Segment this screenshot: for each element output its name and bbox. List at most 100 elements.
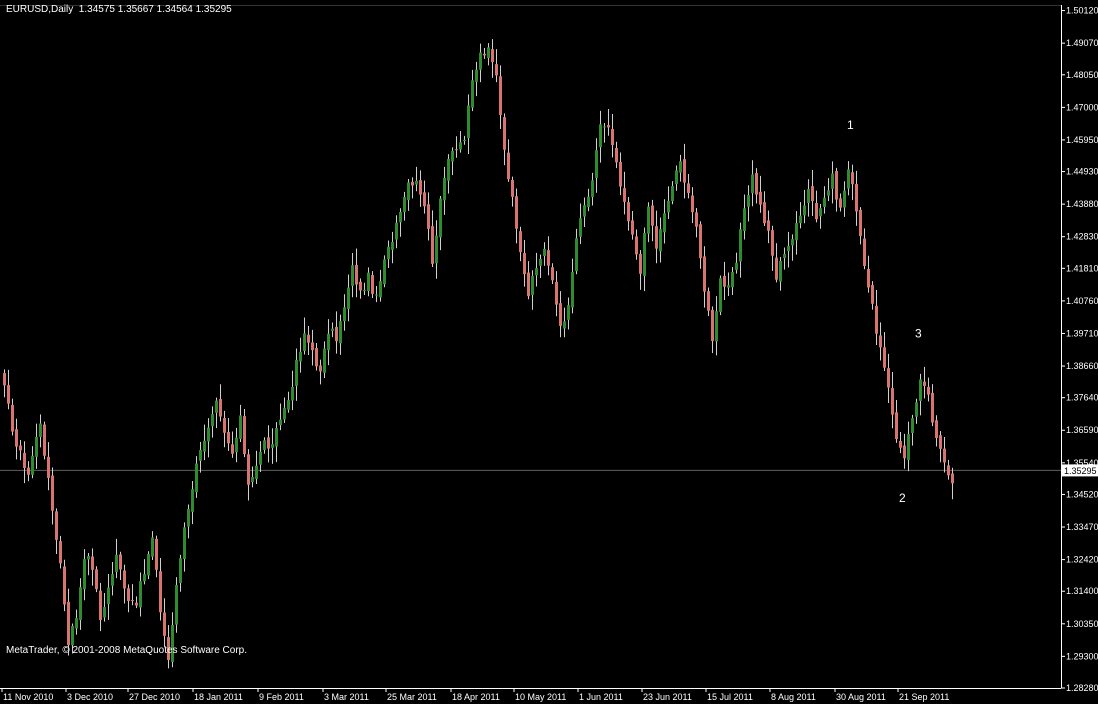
price-tick-label: 1.32420 <box>1066 555 1098 565</box>
candle-body <box>747 195 750 207</box>
candle-body <box>371 275 374 294</box>
candle <box>227 418 230 451</box>
candle-body <box>303 333 306 351</box>
candle <box>519 226 522 262</box>
candle-body <box>515 196 518 229</box>
current-price-label: 1.35295 <box>1064 466 1097 476</box>
candle-body <box>479 52 482 70</box>
candle <box>887 353 890 403</box>
candle-body <box>223 418 226 433</box>
candle <box>647 202 650 243</box>
candle <box>279 403 282 431</box>
candle-body <box>715 311 718 342</box>
candle <box>831 161 834 204</box>
candle <box>727 272 730 296</box>
candle <box>131 584 134 606</box>
candle-body <box>435 235 438 264</box>
candle-body <box>771 230 774 256</box>
candle-body <box>511 179 514 197</box>
time-tick-label: 15 Jul 2011 <box>707 692 753 702</box>
candle-body <box>927 386 930 395</box>
candle-body <box>75 618 78 629</box>
candle-body <box>27 467 30 475</box>
candle <box>611 113 614 158</box>
candle <box>907 421 910 472</box>
time-tick-label: 25 Mar 2011 <box>387 692 437 702</box>
candle <box>95 566 98 593</box>
candle-body <box>255 465 258 479</box>
candle <box>319 359 322 385</box>
candle-body <box>415 180 418 185</box>
candle <box>439 196 442 251</box>
candle-body <box>691 195 694 213</box>
candle <box>415 166 418 192</box>
candle-body <box>819 208 822 217</box>
candle-body <box>367 272 370 292</box>
price-tick-label: 1.45950 <box>1066 135 1098 145</box>
price-tick-label: 1.38660 <box>1066 361 1098 371</box>
price-tick-label: 1.39710 <box>1066 328 1098 338</box>
candle-body <box>899 440 902 448</box>
candle <box>3 369 6 398</box>
candle-body <box>243 416 246 455</box>
candle <box>835 167 838 212</box>
candle-body <box>55 511 58 540</box>
candle-body <box>319 365 322 372</box>
candle <box>83 549 86 601</box>
candle <box>291 370 294 411</box>
candle-body <box>299 351 302 362</box>
candle-body <box>943 448 946 463</box>
candle-body <box>571 272 574 308</box>
candle <box>903 433 906 469</box>
candle <box>763 191 766 227</box>
candle-body <box>683 159 686 183</box>
candle-body <box>679 161 682 173</box>
candle-body <box>699 224 702 259</box>
candle <box>587 188 590 212</box>
candle-body <box>527 272 530 297</box>
candle-body <box>579 218 582 237</box>
candle <box>579 203 582 245</box>
candle <box>355 248 358 298</box>
time-tick-label: 10 May 2011 <box>515 692 566 702</box>
candle <box>7 369 10 410</box>
candle <box>699 221 702 269</box>
candle-body <box>647 206 650 234</box>
candle <box>827 178 830 202</box>
wave-label: 3 <box>915 327 922 341</box>
candle <box>223 410 226 448</box>
candle <box>571 258 574 314</box>
candle-body <box>91 556 94 570</box>
candle-body <box>787 246 790 252</box>
price-axis: 1.50120 1.49070 1.48050 1.47000 1.45950 1.449… <box>1061 6 1098 693</box>
price-tick-label: 1.31400 <box>1066 586 1098 596</box>
candle <box>79 578 82 630</box>
candle-body <box>323 348 326 373</box>
candle <box>851 164 854 201</box>
candle-body <box>763 202 766 224</box>
candle-body <box>795 223 798 241</box>
candle <box>695 207 698 238</box>
candle <box>843 181 846 217</box>
candle-body <box>183 527 186 559</box>
candle-body <box>595 150 598 178</box>
candle <box>667 186 670 219</box>
candle-body <box>779 260 782 282</box>
candle <box>883 332 886 371</box>
candle <box>263 437 266 454</box>
candle-body <box>811 186 814 202</box>
candle <box>363 282 366 295</box>
candle <box>839 193 842 212</box>
candle <box>271 428 274 464</box>
candle <box>107 574 110 620</box>
candle <box>179 554 182 592</box>
candle-body <box>475 69 478 82</box>
candle <box>687 174 690 199</box>
candle-body <box>99 590 102 621</box>
candle <box>75 609 78 635</box>
candle-body <box>635 236 638 255</box>
candle-body <box>79 587 82 621</box>
candle-body <box>623 188 626 202</box>
price-chart[interactable]: 1.50120 1.49070 1.48050 1.47000 1.45950 1.449… <box>0 0 1098 704</box>
candle <box>455 136 458 158</box>
